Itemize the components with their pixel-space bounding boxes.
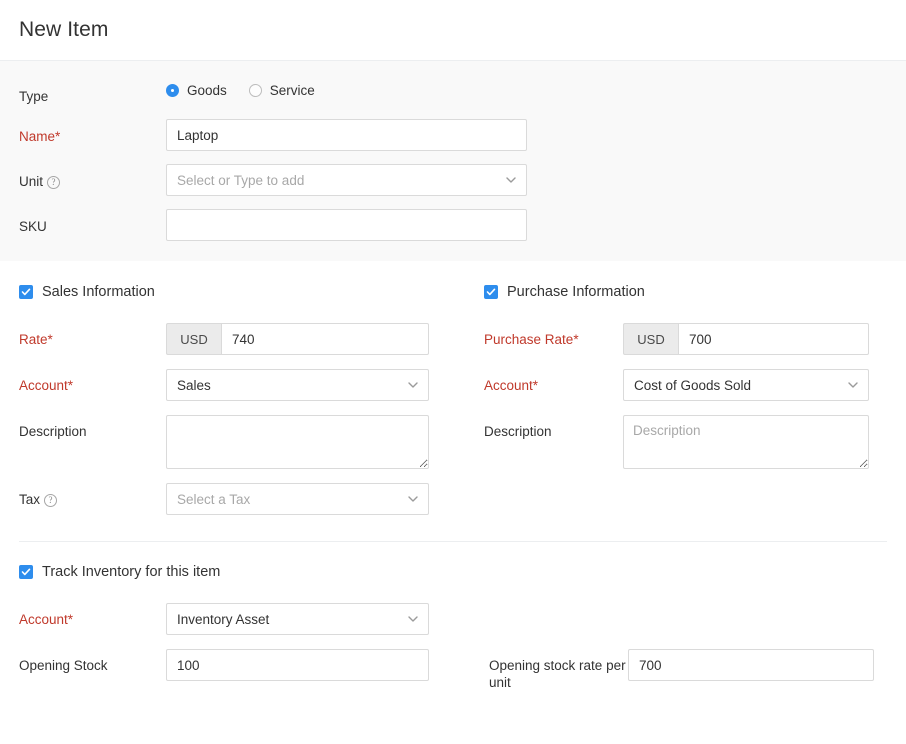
purchase-section-header[interactable]: Purchase Information <box>484 284 906 300</box>
inventory-account-label: Account* <box>19 603 166 628</box>
sales-rate-input[interactable] <box>221 323 429 355</box>
purchase-rate-currency: USD <box>623 323 678 355</box>
page-header: New Item <box>0 0 906 61</box>
purchase-rate-required-mark: * <box>573 332 578 347</box>
sales-account-label-text: Account* <box>19 378 73 393</box>
sales-tax-row: Tax? Select a Tax <box>19 483 470 515</box>
purchase-account-label: Account* <box>484 369 623 394</box>
purchase-rate-label: Purchase Rate* <box>484 323 623 348</box>
name-required-mark: * <box>55 129 60 144</box>
sales-tax-control[interactable]: Select a Tax <box>166 483 429 515</box>
radio-goods-label: Goods <box>187 83 227 98</box>
inventory-account-value: Inventory Asset <box>177 612 269 627</box>
question-mark-icon[interactable]: ? <box>47 176 60 189</box>
sales-rate-row: Rate* USD <box>19 323 470 355</box>
unit-label-text: Unit <box>19 174 43 189</box>
purchase-description-textarea[interactable] <box>623 415 869 469</box>
sales-section-header[interactable]: Sales Information <box>19 284 470 300</box>
unit-select-control[interactable]: Select or Type to add <box>166 164 527 196</box>
unit-row: Unit? Select or Type to add <box>0 164 906 196</box>
sales-description-textarea[interactable] <box>166 415 429 469</box>
opening-stock-input[interactable] <box>166 649 429 681</box>
inventory-account-label-text: Account* <box>19 612 73 627</box>
unit-select[interactable]: Select or Type to add <box>166 164 527 196</box>
purchase-rate-input[interactable] <box>678 323 869 355</box>
unit-label: Unit? <box>19 164 166 191</box>
sku-row: SKU <box>0 209 906 241</box>
sales-description-label: Description <box>19 415 166 440</box>
sales-description-row: Description <box>19 415 470 469</box>
question-mark-icon[interactable]: ? <box>44 494 57 507</box>
basic-info-section: Type Goods Service Name* Unit? Select or… <box>0 61 906 262</box>
sales-rate-required-mark: * <box>48 332 53 347</box>
purchase-information-section: Purchase Information Purchase Rate* USD … <box>470 284 906 529</box>
purchase-rate-label-text: Purchase Rate <box>484 332 573 347</box>
inventory-account-control[interactable]: Inventory Asset <box>166 603 429 635</box>
purchase-information-checkbox[interactable] <box>484 285 498 299</box>
radio-goods-indicator[interactable] <box>166 84 179 97</box>
radio-service-indicator[interactable] <box>249 84 262 97</box>
sales-information-checkbox[interactable] <box>19 285 33 299</box>
radio-option-service[interactable]: Service <box>249 83 315 98</box>
opening-stock-label: Opening Stock <box>19 649 166 674</box>
sales-account-label: Account* <box>19 369 166 394</box>
purchase-description-label: Description <box>484 415 623 440</box>
track-inventory-checkbox[interactable] <box>19 565 33 579</box>
sku-input[interactable] <box>166 209 527 241</box>
info-columns: Sales Information Rate* USD Account* Sal… <box>0 262 906 529</box>
unit-select-value: Select or Type to add <box>177 173 304 188</box>
sales-rate-label-text: Rate <box>19 332 48 347</box>
name-input[interactable] <box>166 119 527 151</box>
check-icon <box>486 287 496 297</box>
opening-stock-label-text: Opening Stock <box>19 658 108 673</box>
opening-stock-rate-row: Opening stock rate per unit <box>489 649 906 691</box>
name-row: Name* <box>0 119 906 151</box>
inventory-account-row: Account* Inventory Asset <box>19 603 906 635</box>
radio-option-goods[interactable]: Goods <box>166 83 227 98</box>
inventory-account-select[interactable]: Inventory Asset <box>166 603 429 635</box>
name-label: Name* <box>19 119 166 146</box>
purchase-account-select[interactable]: Cost of Goods Sold <box>623 369 869 401</box>
purchase-account-label-text: Account* <box>484 378 538 393</box>
radio-service-label: Service <box>270 83 315 98</box>
inventory-section-title: Track Inventory for this item <box>42 564 220 580</box>
type-row: Type Goods Service <box>0 79 906 106</box>
track-inventory-section: Track Inventory for this item Account* I… <box>0 542 906 705</box>
purchase-rate-group: USD <box>623 323 869 355</box>
sales-rate-label: Rate* <box>19 323 166 348</box>
purchase-account-row: Account* Cost of Goods Sold <box>484 369 906 401</box>
sales-tax-label-text: Tax <box>19 492 40 507</box>
sales-account-control[interactable]: Sales <box>166 369 429 401</box>
sales-information-section: Sales Information Rate* USD Account* Sal… <box>0 284 470 529</box>
inventory-stock-rows: Opening Stock Opening stock rate per uni… <box>19 649 906 705</box>
sales-section-title: Sales Information <box>42 284 155 300</box>
purchase-rate-row: Purchase Rate* USD <box>484 323 906 355</box>
sales-account-value: Sales <box>177 378 211 393</box>
sales-account-select[interactable]: Sales <box>166 369 429 401</box>
opening-stock-rate-label: Opening stock rate per unit <box>489 649 628 691</box>
opening-stock-row: Opening Stock <box>19 649 489 681</box>
page-title: New Item <box>19 18 109 42</box>
purchase-account-control[interactable]: Cost of Goods Sold <box>623 369 869 401</box>
check-icon <box>21 287 31 297</box>
sku-label: SKU <box>19 209 166 236</box>
sales-rate-currency: USD <box>166 323 221 355</box>
opening-stock-group: Opening Stock <box>19 649 489 705</box>
purchase-section-title: Purchase Information <box>507 284 645 300</box>
purchase-description-row: Description <box>484 415 906 469</box>
check-icon <box>21 567 31 577</box>
name-label-text: Name <box>19 129 55 144</box>
sales-tax-value: Select a Tax <box>177 492 250 507</box>
sales-tax-select[interactable]: Select a Tax <box>166 483 429 515</box>
sales-tax-label: Tax? <box>19 483 166 508</box>
inventory-section-header[interactable]: Track Inventory for this item <box>19 564 906 580</box>
opening-stock-rate-group: Opening stock rate per unit <box>489 649 906 705</box>
purchase-account-value: Cost of Goods Sold <box>634 378 751 393</box>
sales-rate-group: USD <box>166 323 429 355</box>
sales-account-row: Account* Sales <box>19 369 470 401</box>
type-radio-group[interactable]: Goods Service <box>166 79 337 98</box>
type-label: Type <box>19 79 166 106</box>
opening-stock-rate-input[interactable] <box>628 649 874 681</box>
